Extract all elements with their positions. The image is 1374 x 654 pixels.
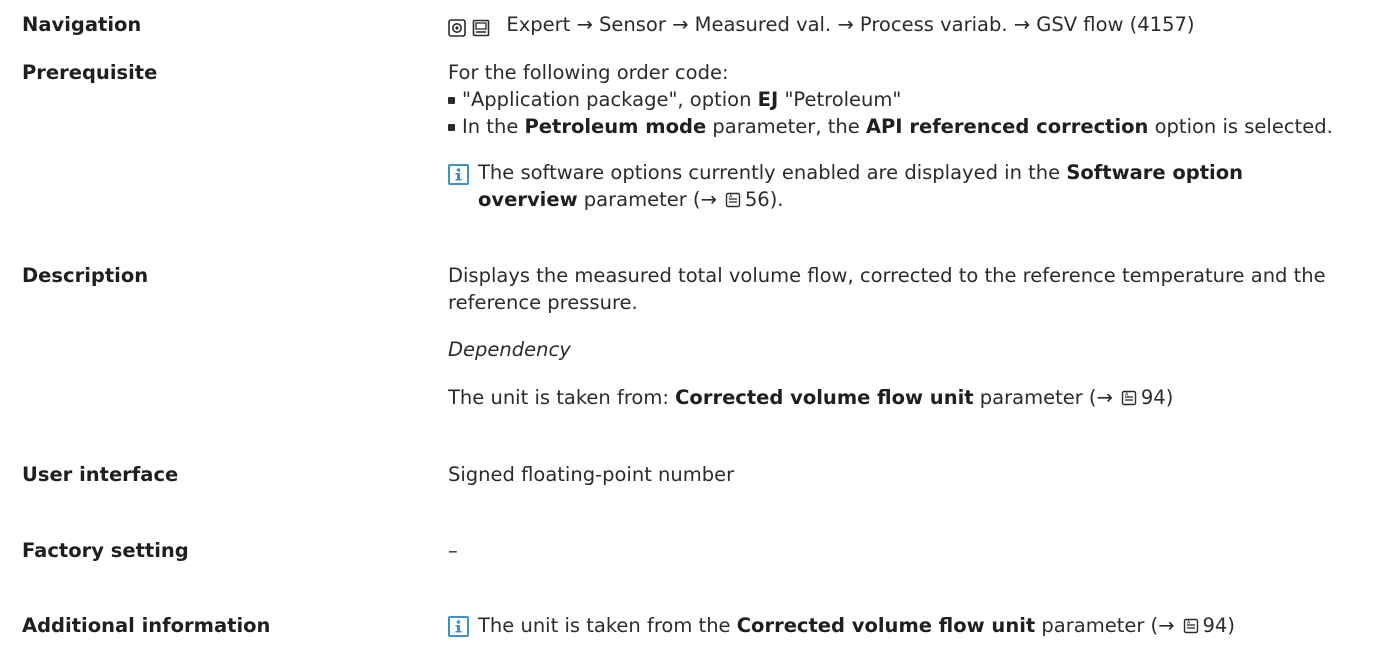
bullet-marker [448, 97, 455, 104]
navigation-label: Navigation [22, 13, 142, 36]
additional-information-label: Additional information [22, 614, 271, 637]
info-icon [448, 616, 469, 637]
dependency-text: The unit is taken from: Corrected volume… [448, 386, 1173, 412]
svg-text:A: A [1187, 620, 1191, 626]
description-label: Description [22, 264, 149, 287]
description-line-2: reference pressure. [448, 291, 638, 314]
prerequisite-bullet-2: In the Petroleum mode parameter, the API… [462, 115, 1333, 138]
book-page-icon: A [725, 190, 741, 214]
bullet-marker [448, 124, 455, 131]
svg-text:A: A [729, 194, 733, 200]
book-page-icon: A [1183, 616, 1199, 640]
prerequisite-note-line-1: The software options currently enabled a… [478, 161, 1244, 184]
user-interface-label: User interface [22, 463, 179, 486]
prerequisite-bullet-1: "Application package", option EJ "Petrol… [462, 88, 902, 111]
navigation-path-row: Expert → Sensor → Measured val. → Proces… [448, 13, 1195, 39]
factory-setting-value: – [448, 539, 458, 562]
factory-setting-label: Factory setting [22, 539, 189, 562]
operating-tool-icon [472, 19, 490, 36]
info-icon [448, 164, 469, 185]
additional-information-text: The unit is taken from the Corrected vol… [478, 614, 1235, 640]
prerequisite-note-line-2: overview parameter (→ A 56). [478, 188, 784, 214]
book-page-icon: A [1121, 388, 1137, 412]
prerequisite-label: Prerequisite [22, 61, 158, 84]
description-line-1: Displays the measured total volume flow,… [448, 264, 1326, 287]
dependency-heading: Dependency [448, 338, 571, 361]
user-interface-value: Signed floating-point number [448, 463, 735, 486]
display-operation-icon [448, 15, 490, 39]
svg-text:A: A [1125, 392, 1129, 398]
prerequisite-intro: For the following order code: [448, 61, 729, 84]
navigation-path: Expert → Sensor → Measured val. → Proces… [506, 13, 1195, 36]
